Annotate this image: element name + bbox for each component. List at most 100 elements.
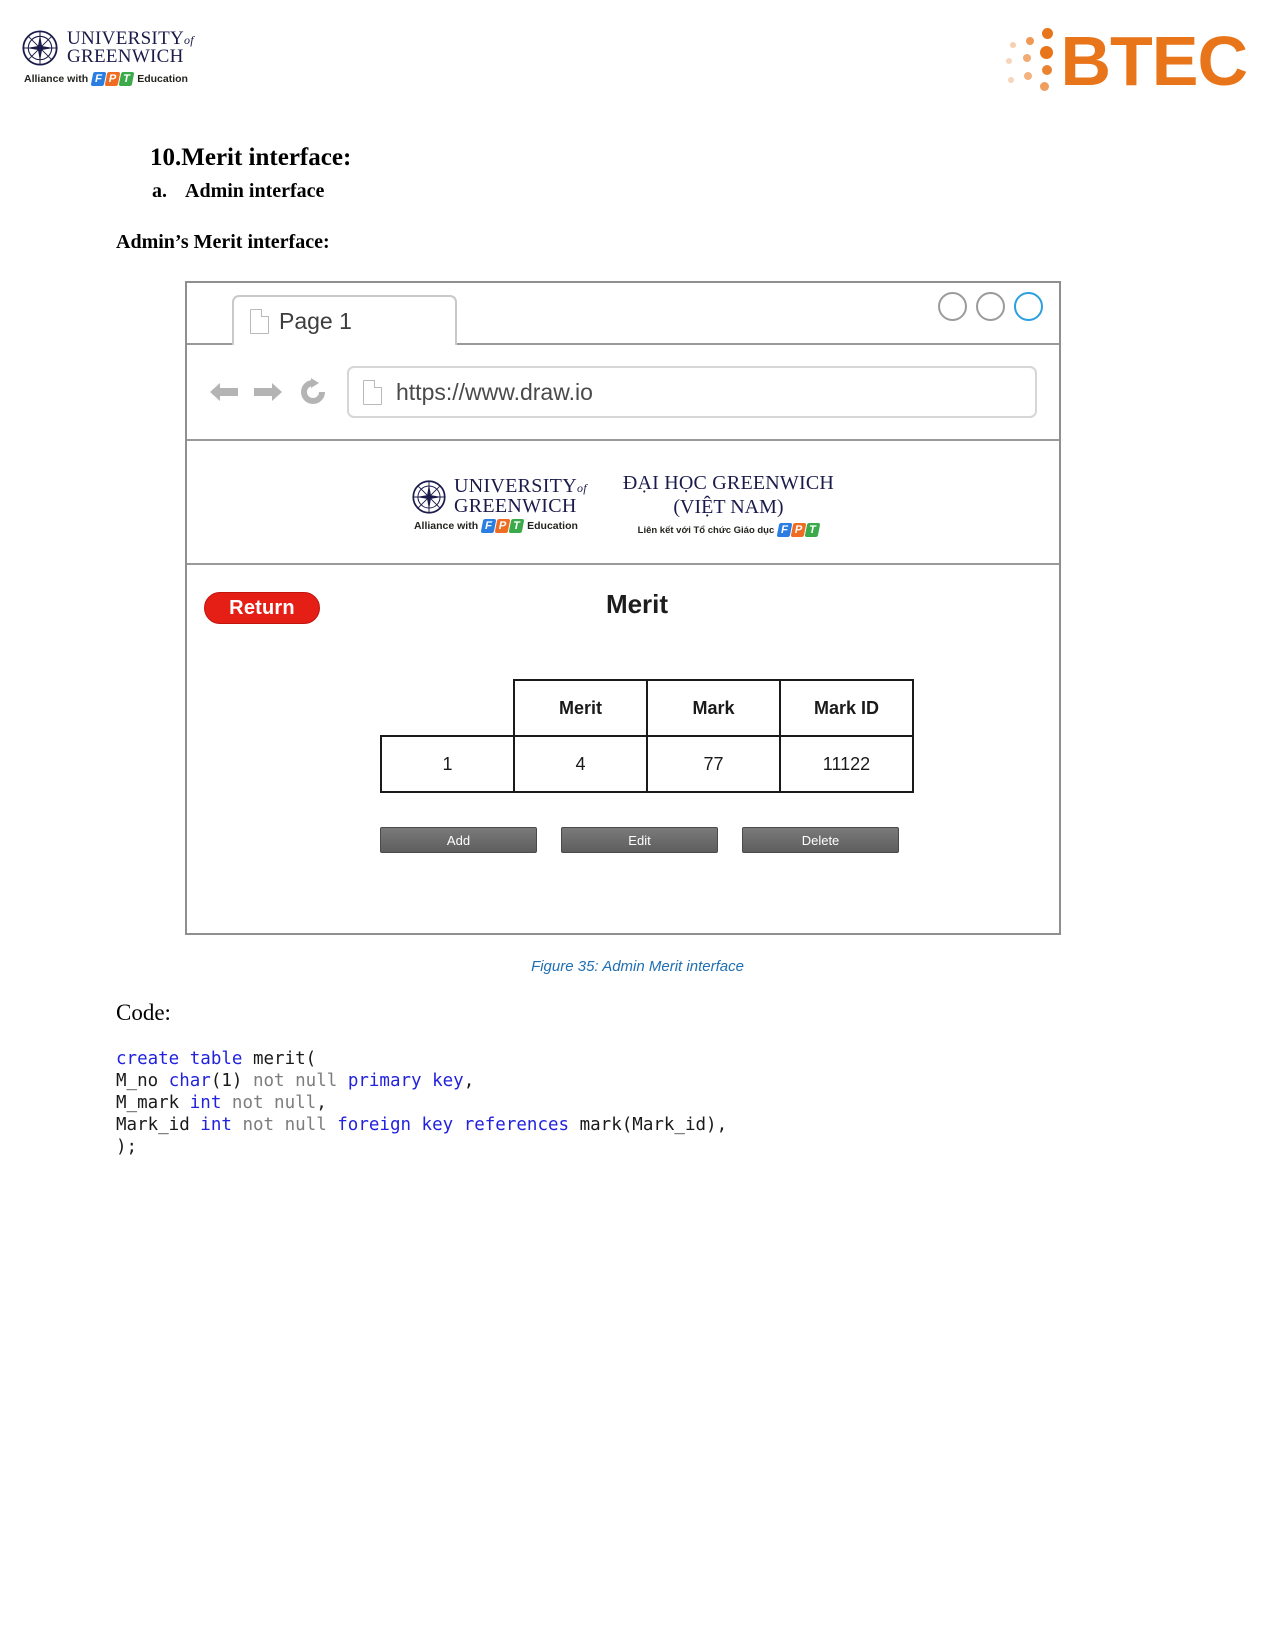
merit-table-body: 1 4 77 11122 [380,735,914,793]
app-uog-line1: UNIVERSITY [453,475,577,498]
code-token: int [189,1093,222,1113]
reload-icon[interactable] [297,376,329,408]
code-label: Code: [116,1000,171,1025]
fpt-logo: F P T [480,518,525,533]
code-line: M_mark int not null, [116,1092,727,1114]
btec-dot-pattern-icon [1002,22,1058,100]
code-token: primary key [347,1071,464,1091]
uog-logo-row: UNIVERSITYof GREENWICH [22,29,194,66]
code-token: merit( [252,1049,317,1069]
screen-title: Merit [605,589,669,619]
edit-button[interactable]: Edit [561,827,718,853]
document-icon [250,308,269,334]
sub-heading-marker: a. [152,180,167,202]
column-header-mark-id: Mark ID [779,679,914,737]
app-vietnam-alliance-label: Liên kết với Tổ chức Giáo dục [637,524,775,536]
code-token: not null [221,1093,317,1113]
arrow-right-icon[interactable] [253,378,283,406]
column-header-index [381,680,514,736]
merit-table-head: Merit Mark Mark ID [381,679,914,737]
btec-logo: BTEC [1002,22,1248,100]
compass-rose-icon [412,479,446,514]
sub-heading: a. Admin interface [152,180,324,203]
app-screen: Return Merit Merit Mark Mark ID 1 4 77 1… [187,565,1059,931]
app-vietnam-alliance-row: Liên kết với Tổ chức Giáo dục F P T [637,523,821,537]
minimize-button-icon[interactable] [938,292,967,321]
delete-button[interactable]: Delete [742,827,899,853]
mockup-tab-bar: Page 1 [187,283,1059,345]
url-document-icon [363,379,382,405]
code-token: Mark_id [116,1115,201,1135]
heading-title: Merit interface: [181,144,352,171]
maximize-button-icon[interactable] [976,292,1005,321]
university-greenwich-logo: UNIVERSITYof GREENWICH Alliance with F P… [22,29,194,87]
url-text: https://www.draw.io [396,378,593,405]
app-brand-bar: UNIVERSITYof GREENWICH Alliance with F P… [187,441,1059,565]
section-heading: Admin’s Merit interface: [116,231,330,253]
code-token: not null [242,1071,348,1091]
add-button[interactable]: Add [380,827,537,853]
column-header-merit: Merit [513,679,648,737]
code-line: Mark_id int not null foreign key referen… [116,1114,727,1136]
code-token: int [200,1115,232,1135]
page-header: UNIVERSITYof GREENWICH Alliance with F P… [0,0,1275,130]
heading-number: 10. [150,144,182,171]
cell-merit: 4 [513,735,648,793]
btec-wordmark: BTEC [1060,22,1248,100]
uog-wordmark: UNIVERSITYof GREENWICH [67,29,194,66]
app-alliance-suffix-label: Education [527,519,578,532]
code-line: M_no char(1) not null primary key, [116,1070,727,1092]
url-bar[interactable]: https://www.draw.io [347,366,1037,418]
app-fpt-alliance-row: Alliance with F P T Education [413,518,587,533]
close-button-icon[interactable] [1014,292,1043,321]
mockup-toolbar: https://www.draw.io [187,345,1059,441]
code-token: M_no [116,1071,169,1091]
action-button-row: Add Edit Delete [380,827,899,853]
table-header-row: Merit Mark Mark ID [381,679,914,737]
app-uog-wordmark: UNIVERSITYof GREENWICH [453,475,587,517]
fpt-logo: F P T [776,523,821,537]
code-token: ); [116,1137,138,1157]
code-token: , [316,1093,327,1113]
app-uog-line2: GREENWICH [453,494,577,517]
browser-tab-page-1[interactable]: Page 1 [232,295,457,345]
app-vietnam-line1: ĐẠI HỌC GREENWICH [622,472,835,494]
figure-caption: Figure 35: Admin Merit interface [531,958,744,975]
app-uog-line1-suffix: of [576,481,587,496]
code-token: M_mark [116,1093,190,1113]
cell-index: 1 [380,735,515,793]
alliance-prefix-label: Alliance with [24,73,89,86]
code-line: create table merit( [116,1048,727,1070]
code-token: create table [116,1049,253,1069]
code-token: char [168,1071,211,1091]
alliance-suffix-label: Education [137,73,188,86]
fpt-letter-t: T [508,518,525,533]
cell-mark: 77 [646,735,781,793]
code-token: not null [231,1115,338,1135]
browser-tab-label: Page 1 [279,307,352,334]
code-token: foreign key references [337,1115,570,1135]
app-vietnam-line2: (VIỆT NAM) [673,496,784,518]
app-uog-logo-row: UNIVERSITYof GREENWICH [412,475,587,517]
fpt-letter-t: T [118,72,135,87]
compass-rose-icon [22,30,58,66]
browser-mockup: Page 1 https://www.draw.io UNIVERSITYof … [185,281,1061,935]
page-title: 10.Merit interface: [150,144,351,172]
fpt-letter-t: T [804,523,821,537]
code-token: , [463,1071,475,1091]
fpt-logo: F P T [90,72,135,87]
fpt-alliance-row: Alliance with F P T Education [24,72,194,87]
code-line: ); [116,1136,727,1158]
sub-heading-label: Admin interface [185,180,325,202]
app-uog-logo: UNIVERSITYof GREENWICH Alliance with F P… [412,475,587,533]
merit-table: Merit Mark Mark ID 1 4 77 11122 [380,679,914,793]
code-token: (1) [210,1071,243,1091]
arrow-left-icon[interactable] [209,378,239,406]
window-controls [938,292,1043,321]
cell-mark-id: 11122 [779,735,914,793]
uog-line1-suffix: of [184,33,194,47]
app-vietnam-brand: ĐẠI HỌC GREENWICH (VIỆT NAM) Liên kết vớ… [623,473,834,537]
sql-code-block: create table merit(M_no char(1) not null… [116,1048,727,1158]
table-row[interactable]: 1 4 77 11122 [380,735,914,793]
app-alliance-prefix-label: Alliance with [413,519,479,532]
